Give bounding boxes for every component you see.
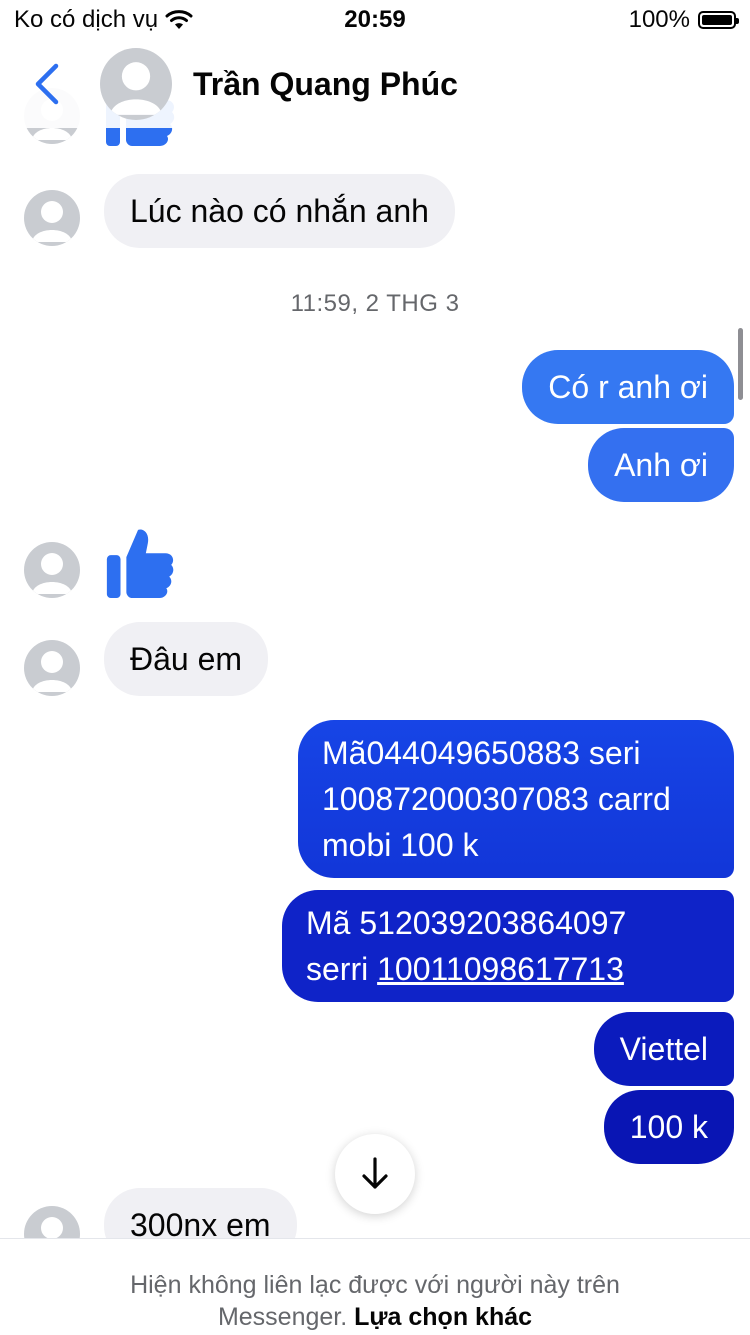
notice-text: Hiện không liên lạc được với người này t… bbox=[130, 1271, 620, 1299]
status-bar: Ko có dịch vụ 20:59 100% bbox=[0, 0, 750, 40]
battery-percentage: 100% bbox=[628, 6, 690, 33]
message-bubble-outgoing[interactable]: 100 k bbox=[603, 1090, 734, 1164]
message-bubble-outgoing[interactable]: Mã 512039203864097 serri 10011098617713 bbox=[282, 890, 734, 1002]
message-bubble-outgoing[interactable]: Có r anh ơi bbox=[522, 350, 734, 424]
message-line: Mã044049650883 seri bbox=[322, 735, 641, 771]
scrollbar[interactable] bbox=[738, 328, 743, 400]
battery-icon bbox=[698, 11, 739, 29]
message-bubble-incoming[interactable]: Đâu em bbox=[104, 622, 269, 696]
message-bubble-incoming[interactable]: Lúc nào có nhắn anh bbox=[104, 174, 455, 248]
arrow-down-icon bbox=[362, 1157, 388, 1189]
other-options-link[interactable]: Lựa chọn khác bbox=[354, 1303, 532, 1331]
message-line: Mã 512039203864097 bbox=[306, 905, 627, 941]
contact-avatar bbox=[24, 190, 80, 246]
contact-avatar bbox=[24, 542, 80, 598]
message-text: serri bbox=[306, 951, 378, 987]
message-timestamp: 11:59, 2 THG 3 bbox=[290, 290, 460, 317]
contact-avatar bbox=[24, 640, 80, 696]
message-line: 100872000307083 carrd bbox=[322, 781, 671, 817]
message-bubble-outgoing[interactable]: Viettel bbox=[593, 1012, 734, 1086]
contact-avatar bbox=[24, 1206, 80, 1238]
notice-text: Messenger. bbox=[217, 1303, 348, 1331]
message-line: serri 10011098617713 bbox=[306, 946, 710, 992]
unavailable-notice: Hiện không liên lạc được với người này t… bbox=[0, 1238, 750, 1335]
back-chevron-icon[interactable] bbox=[30, 62, 64, 106]
message-bubble-outgoing[interactable]: Anh ơi bbox=[588, 428, 734, 502]
message-bubble-outgoing[interactable]: Mã044049650883 seri 100872000307083 carr… bbox=[298, 720, 734, 878]
contact-name[interactable]: Trần Quang Phúc bbox=[193, 66, 458, 103]
message-line: mobi 100 k bbox=[322, 827, 479, 863]
phone-number-link[interactable]: 10011098617713 bbox=[377, 951, 624, 987]
message-list[interactable]: Lúc nào có nhắn anh 11:59, 2 THG 3 Có r … bbox=[0, 0, 750, 1238]
message-bubble-incoming[interactable]: 300nx em bbox=[104, 1188, 297, 1238]
conversation-header: Trần Quang Phúc bbox=[0, 40, 750, 128]
contact-avatar-large[interactable] bbox=[100, 48, 172, 120]
thumbs-up-icon[interactable] bbox=[104, 524, 176, 600]
scroll-to-bottom-button[interactable] bbox=[335, 1134, 415, 1214]
